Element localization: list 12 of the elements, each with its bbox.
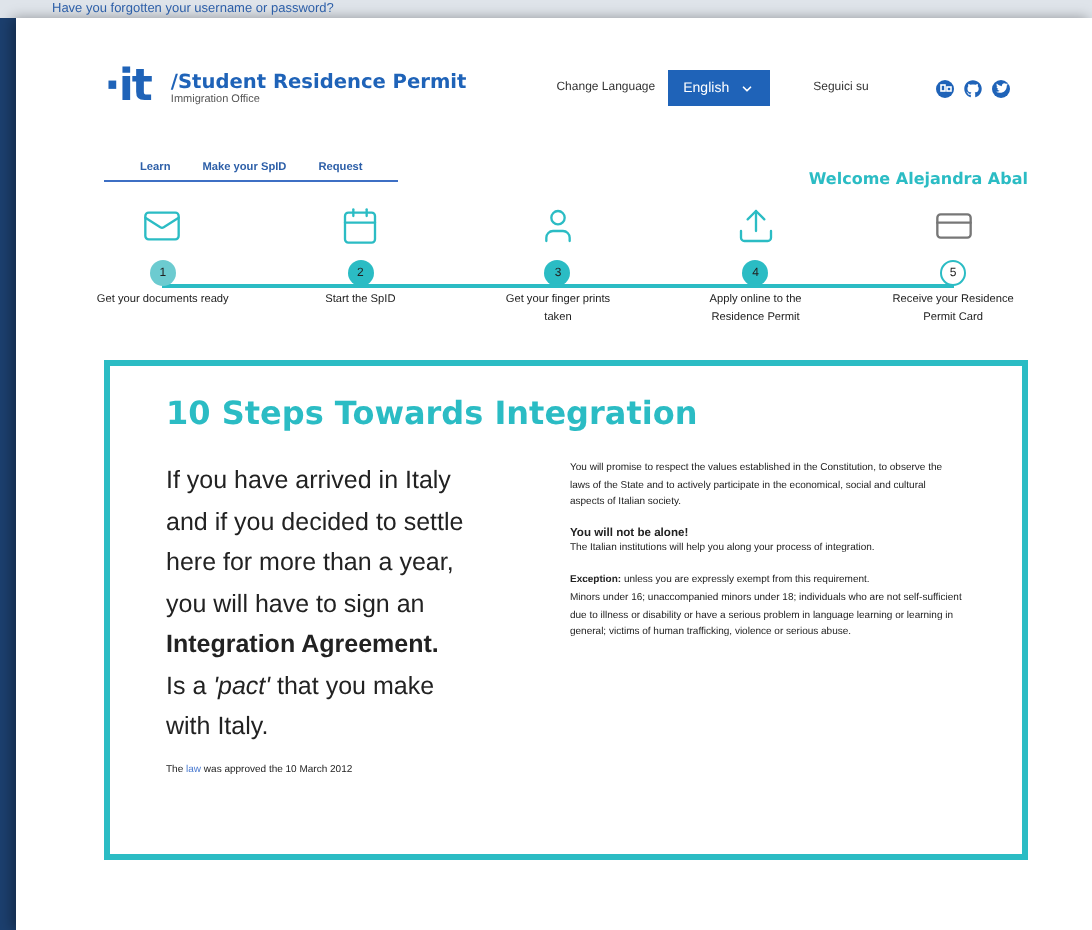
site-title: /Student Residence Permit xyxy=(170,71,467,93)
welcome-text: Welcome Alejandra Abal xyxy=(808,170,1028,188)
lead-paragraph: If you have arrived in Italy and if you decided to settle here for more than a year, you will have to sign an Integration Agreement. Is a 'pact' that you make with Italy. xyxy=(166,464,466,744)
chevron-icon xyxy=(739,81,754,95)
letters-logo-icon[interactable] xyxy=(936,79,955,97)
panel-title: 10 Steps Towards Integration xyxy=(166,394,700,432)
upload-icon xyxy=(735,206,776,246)
calendar-icon xyxy=(340,206,381,246)
cat-icon[interactable] xyxy=(964,79,983,97)
envelope-icon xyxy=(142,206,183,246)
logo: ·it xyxy=(104,66,151,110)
bird-icon[interactable] xyxy=(992,79,1011,97)
